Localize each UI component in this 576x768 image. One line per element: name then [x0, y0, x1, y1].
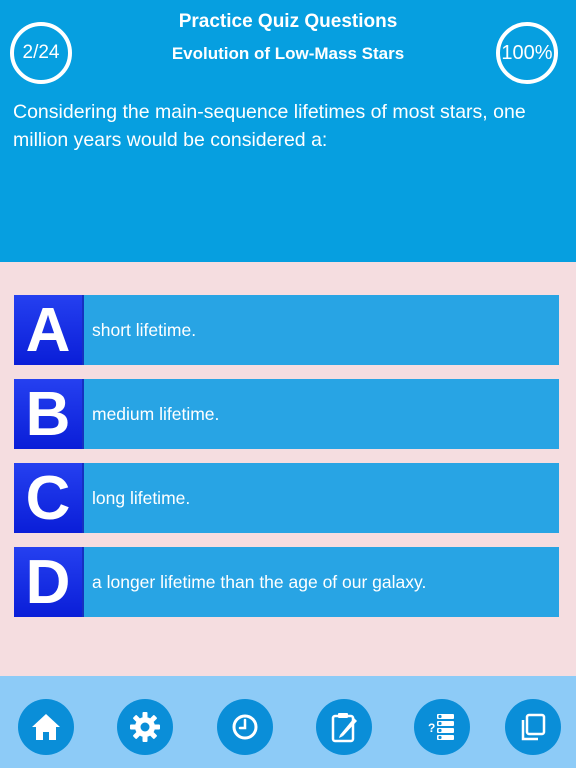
question-text: Considering the main-sequence lifetimes …: [13, 101, 526, 151]
notes-button[interactable]: [316, 699, 372, 755]
page-title: Practice Quiz Questions: [178, 11, 398, 32]
home-button[interactable]: [18, 699, 74, 755]
bottom-toolbar: ?: [0, 676, 576, 768]
answer-letter: C: [14, 463, 84, 533]
gear-icon: [130, 712, 160, 742]
answer-text: medium lifetime.: [92, 403, 220, 424]
question-list-icon: ?: [428, 714, 454, 740]
quiz-subtitle: Evolution of Low-Mass Stars: [171, 44, 405, 63]
answer-d-button[interactable]: D a longer lifetime than the age of our …: [14, 547, 559, 617]
svg-text:?: ?: [428, 721, 435, 735]
answer-letter: B: [14, 379, 84, 449]
settings-button[interactable]: [117, 699, 173, 755]
answer-b-button[interactable]: B medium lifetime.: [14, 379, 559, 449]
question-list-button[interactable]: ?: [414, 699, 470, 755]
answer-letter: D: [14, 547, 84, 617]
answers-area: A short lifetime. B medium lifetime. C l…: [0, 262, 576, 676]
header: 2/24 Practice Quiz Questions Evolution o…: [0, 0, 576, 262]
answer-c-button[interactable]: C long lifetime.: [14, 463, 559, 533]
copy-icon: [521, 713, 546, 741]
timer-button[interactable]: [217, 699, 273, 755]
home-icon: [32, 714, 60, 740]
copy-button[interactable]: [505, 699, 561, 755]
score-indicator: 100%: [496, 22, 558, 84]
answer-letter: A: [14, 295, 84, 365]
answer-text: a longer lifetime than the age of our ga…: [92, 571, 427, 592]
clock-icon: [232, 714, 258, 740]
answer-a-button[interactable]: A short lifetime.: [14, 295, 559, 365]
notepad-icon: [331, 713, 357, 743]
answer-text: short lifetime.: [92, 319, 197, 340]
answer-text: long lifetime.: [92, 487, 191, 508]
